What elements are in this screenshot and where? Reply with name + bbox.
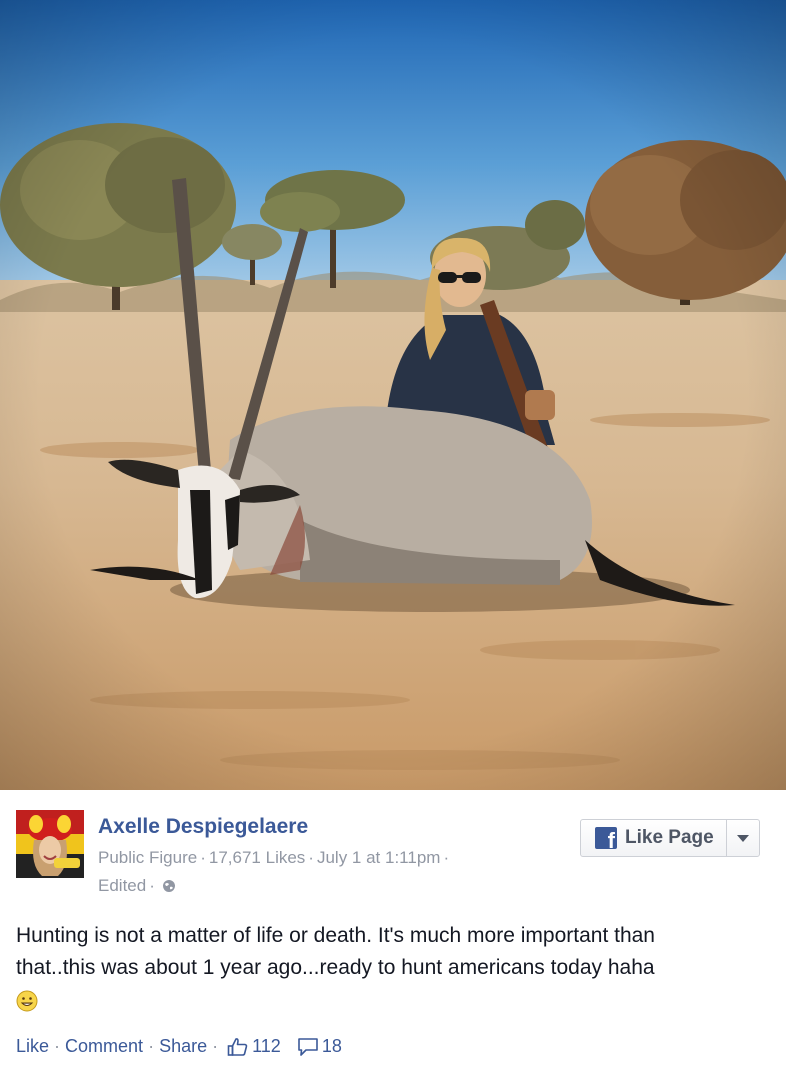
- comment-bubble-icon: [298, 1037, 318, 1056]
- comment-action[interactable]: Comment: [65, 1036, 143, 1057]
- post-meta-line-2: Edited ·: [98, 876, 176, 896]
- post-card: Axelle Despiegelaere Public Figure · 17,67…: [0, 790, 786, 1080]
- post-actions: Like · Comment · Share · 112 18: [16, 1036, 342, 1057]
- share-action[interactable]: Share: [159, 1036, 207, 1057]
- thumbs-up-icon: [227, 1037, 248, 1056]
- likes-count: 112: [252, 1036, 281, 1056]
- likes-count-link[interactable]: 112: [227, 1036, 281, 1057]
- page-category: Public Figure: [98, 848, 198, 867]
- post-photo[interactable]: [0, 0, 786, 790]
- edited-label[interactable]: Edited: [98, 876, 146, 895]
- action-separator: ·: [212, 1036, 219, 1056]
- page-name-link[interactable]: Axelle Despiegelaere: [98, 815, 308, 839]
- like-page-label: Like Page: [625, 827, 714, 848]
- avatar[interactable]: [16, 810, 84, 878]
- post-message: Hunting is not a matter of life or death…: [16, 920, 778, 1018]
- like-action[interactable]: Like: [16, 1036, 49, 1057]
- post-text-line: Hunting is not a matter of life or death…: [16, 924, 655, 947]
- chevron-down-icon: [736, 834, 749, 842]
- like-page-dropdown-button[interactable]: [725, 820, 759, 856]
- grinning-emoji-icon: [16, 990, 38, 1012]
- post-timestamp[interactable]: July 1 at 1:11pm: [317, 848, 440, 867]
- like-page-control: f Like Page: [580, 819, 760, 857]
- facebook-icon: f: [595, 827, 617, 849]
- page-likes-count[interactable]: 17,671 Likes: [209, 848, 305, 867]
- comments-count: 18: [321, 1036, 342, 1056]
- globe-icon[interactable]: [162, 879, 176, 893]
- like-page-button[interactable]: f Like Page: [581, 820, 726, 856]
- action-separator: ·: [54, 1036, 61, 1056]
- post-text-line: that..this was about 1 year ago...ready …: [16, 956, 655, 979]
- comments-count-link[interactable]: 18: [297, 1036, 342, 1057]
- post-meta-line: Public Figure · 17,671 Likes · July 1 at 1:1…: [98, 848, 450, 867]
- action-separator: ·: [148, 1036, 155, 1056]
